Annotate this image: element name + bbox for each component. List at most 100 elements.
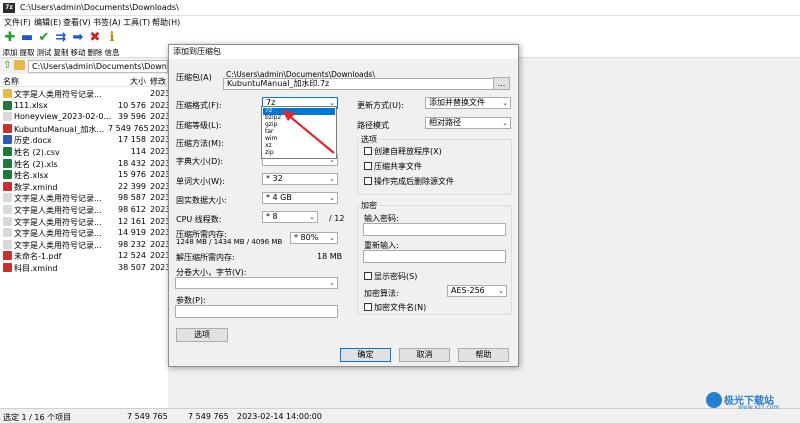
info-button[interactable]: ℹ 信息 bbox=[102, 31, 122, 58]
address-input[interactable]: C:\Users\admin\Documents\Downloads\ bbox=[28, 60, 168, 73]
level-label: 压缩等级(L): bbox=[176, 121, 222, 130]
file-name: 文字是人类用符号记录... bbox=[14, 90, 102, 99]
folder-icon bbox=[14, 60, 25, 70]
sfx-checkbox[interactable]: 创建自释放程序(X) bbox=[364, 146, 442, 157]
file-size: 98 232 bbox=[118, 239, 146, 249]
file-name: 科目.xmind bbox=[14, 264, 58, 273]
file-name: 姓名 (2).csv bbox=[14, 148, 60, 157]
file-size: 7 549 765 bbox=[108, 123, 149, 133]
dict-label: 字典大小(D): bbox=[176, 157, 224, 166]
file-icon bbox=[3, 170, 12, 180]
file-icon bbox=[3, 193, 12, 203]
chevron-down-icon: ⌄ bbox=[502, 119, 508, 127]
path-mode-label: 路径模式 bbox=[357, 121, 389, 130]
file-name: 姓名 (2).xls bbox=[14, 159, 58, 169]
menu-bookmarks[interactable]: 书签(A) bbox=[93, 17, 121, 28]
encryption-group-title: 加密 bbox=[360, 200, 378, 211]
file-row[interactable]: 姓名.xlsx 15 976 2023 bbox=[0, 169, 170, 181]
annotation-arrow-icon bbox=[282, 110, 335, 154]
file-row[interactable]: 文字是人类用符号记录... 2023 bbox=[0, 88, 170, 100]
format-label: 压缩格式(F): bbox=[176, 101, 222, 110]
column-size[interactable]: 大小 bbox=[130, 76, 146, 87]
file-name: 未命名-1.pdf bbox=[14, 252, 62, 262]
file-size: 18 432 bbox=[118, 158, 146, 168]
show-password-checkbox[interactable]: 显示密码(S) bbox=[364, 271, 417, 282]
file-row[interactable]: 姓名 (2).xls 18 432 2023 bbox=[0, 158, 170, 170]
params-input[interactable] bbox=[175, 305, 338, 318]
file-size: 14 919 bbox=[118, 228, 146, 238]
delete-after-checkbox[interactable]: 操作完成后删除源文件 bbox=[364, 176, 454, 187]
add-to-archive-dialog: 添加到压缩包 压缩包(A) C:\Users\admin\Documents\D… bbox=[168, 44, 519, 367]
file-size: 39 596 bbox=[118, 112, 146, 122]
shared-files-checkbox[interactable]: 压缩共享文件 bbox=[364, 161, 422, 172]
file-size: 98 612 bbox=[118, 205, 146, 214]
file-row[interactable]: 科目.xmind 38 507 2023 bbox=[0, 262, 170, 274]
decompress-mem-label: 解压缩所需内存: bbox=[176, 253, 235, 262]
file-row[interactable]: 姓名 (2).csv 114 2023 bbox=[0, 146, 170, 158]
password-confirm-input[interactable] bbox=[363, 250, 506, 263]
chevron-down-icon: ⌄ bbox=[329, 175, 335, 183]
file-icon bbox=[3, 100, 12, 110]
file-row[interactable]: 111.xlsx 10 576 2023 bbox=[0, 100, 170, 112]
file-size: 114 bbox=[130, 147, 146, 156]
chevron-down-icon: ⌄ bbox=[329, 234, 335, 242]
file-icon bbox=[3, 263, 12, 272]
up-folder-icon[interactable]: ⇧ bbox=[3, 60, 11, 71]
window-title: C:\Users\admin\Documents\Downloads\ bbox=[20, 3, 179, 12]
column-name[interactable]: 名称 bbox=[3, 76, 19, 87]
file-name: 文字是人类用符号记录... bbox=[14, 206, 102, 215]
file-row[interactable]: 数学.xmind 22 399 2023 bbox=[0, 181, 170, 193]
file-icon bbox=[3, 228, 12, 238]
file-row[interactable]: 文字是人类用符号记录... 12 161 2023 bbox=[0, 216, 170, 228]
menu-help[interactable]: 帮助(H) bbox=[152, 17, 180, 28]
file-row[interactable]: 文字是人类用符号记录... 14 919 2023 bbox=[0, 227, 170, 239]
help-button[interactable]: 帮助 bbox=[458, 348, 509, 362]
ok-button[interactable]: 确定 bbox=[340, 348, 391, 362]
update-select[interactable]: 添加并替换文件 ⌄ bbox=[425, 97, 511, 109]
chevron-down-icon: ⌄ bbox=[329, 194, 335, 202]
path-mode-select[interactable]: 相对路径 ⌄ bbox=[425, 117, 511, 129]
column-modified[interactable]: 修改 bbox=[150, 76, 166, 87]
file-row[interactable]: Honeyview_2023-02-0... 39 596 2023 bbox=[0, 111, 170, 123]
file-row[interactable]: KubuntuManual_加水... 7 549 765 2023 bbox=[0, 123, 170, 135]
file-name: 文字是人类用符号记录... bbox=[14, 240, 102, 250]
menu-bar: 文件(F) 编辑(E) 查看(V) 书签(A) 工具(T) 帮助(H) bbox=[0, 16, 800, 29]
mem-percent-select[interactable]: * 80% ⌄ bbox=[290, 232, 338, 244]
file-size: 17 158 bbox=[118, 135, 146, 145]
file-row[interactable]: 历史.docx 17 158 2023 bbox=[0, 134, 170, 146]
file-name: Honeyview_2023-02-0... bbox=[14, 112, 112, 122]
browse-button[interactable]: ... bbox=[493, 77, 510, 90]
menu-tools[interactable]: 工具(T) bbox=[123, 17, 150, 28]
word-select[interactable]: * 32 ⌄ bbox=[262, 173, 338, 185]
archive-name-combo[interactable]: KubuntuManual_加水印.7z⌄ bbox=[223, 78, 508, 90]
archive-label: 压缩包(A) bbox=[176, 73, 212, 82]
cpu-label: CPU 线程数: bbox=[176, 215, 222, 224]
file-name: 111.xlsx bbox=[14, 100, 48, 110]
menu-view[interactable]: 查看(V) bbox=[63, 17, 91, 28]
file-row[interactable]: 文字是人类用符号记录... 98 232 2023 bbox=[0, 239, 170, 251]
encrypt-names-checkbox[interactable]: 加密文件名(N) bbox=[364, 302, 426, 313]
file-size: 38 507 bbox=[118, 263, 146, 272]
file-icon bbox=[3, 147, 12, 156]
encryption-method-label: 加密算法: bbox=[364, 289, 399, 298]
file-row[interactable]: 未命名-1.pdf 12 524 2023 bbox=[0, 250, 170, 262]
encryption-method-select[interactable]: AES-256 ⌄ bbox=[447, 285, 507, 297]
file-name: 文字是人类用符号记录... bbox=[14, 217, 102, 227]
file-name: 历史.docx bbox=[14, 136, 52, 146]
menu-file[interactable]: 文件(F) bbox=[4, 17, 31, 28]
chevron-down-icon: ⌄ bbox=[329, 279, 335, 287]
file-size: 10 576 bbox=[118, 100, 146, 110]
status-packed-size: 7 549 765 bbox=[188, 412, 229, 421]
info-icon: ℹ bbox=[109, 30, 115, 45]
options-button[interactable]: 选项 bbox=[176, 328, 228, 342]
file-row[interactable]: 文字是人类用符号记录... 98 587 2023 bbox=[0, 192, 170, 204]
file-icon bbox=[3, 158, 12, 168]
file-icon bbox=[3, 239, 12, 249]
cpu-select[interactable]: * 8 ⌄ bbox=[262, 211, 318, 223]
solid-select[interactable]: * 4 GB ⌄ bbox=[262, 192, 338, 204]
password-input[interactable] bbox=[363, 223, 506, 236]
menu-edit[interactable]: 编辑(E) bbox=[34, 17, 61, 28]
cancel-button[interactable]: 取消 bbox=[399, 348, 450, 362]
split-combo[interactable]: ⌄ bbox=[175, 277, 338, 289]
file-row[interactable]: 文字是人类用符号记录... 98 612 2023 bbox=[0, 204, 170, 216]
